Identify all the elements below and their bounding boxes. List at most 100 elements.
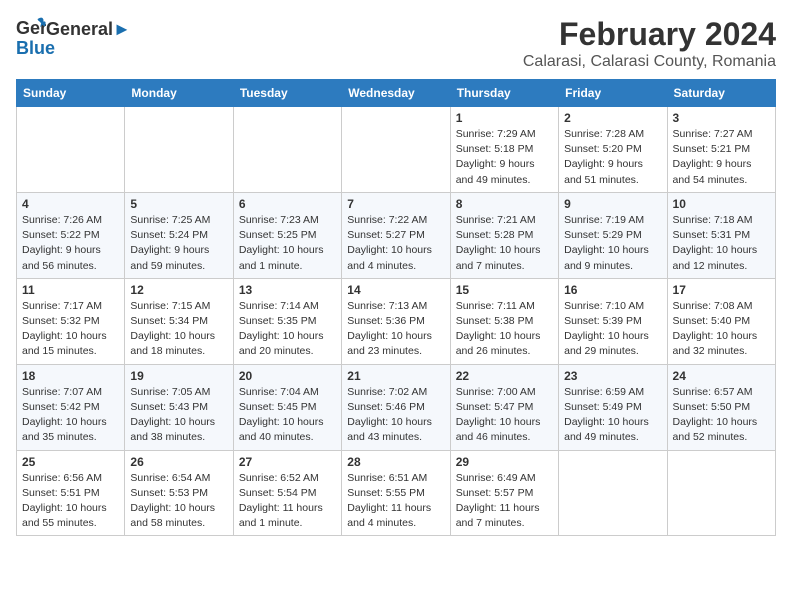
title-block: February 2024 Calarasi, Calarasi County,… (523, 16, 776, 71)
calendar-cell: 8 Sunrise: 7:21 AMSunset: 5:28 PMDaylight… (450, 192, 558, 278)
day-info: Sunrise: 7:28 AMSunset: 5:20 PMDaylight:… (564, 127, 661, 188)
day-info: Sunrise: 7:17 AMSunset: 5:32 PMDaylight:… (22, 299, 119, 360)
calendar-week-row: 25 Sunrise: 6:56 AMSunset: 5:51 PMDayligh… (17, 450, 776, 536)
calendar-cell: 1 Sunrise: 7:29 AMSunset: 5:18 PMDaylight… (450, 107, 558, 193)
calendar-week-row: 4 Sunrise: 7:26 AMSunset: 5:22 PMDaylight… (17, 192, 776, 278)
day-info: Sunrise: 7:29 AMSunset: 5:18 PMDaylight:… (456, 127, 553, 188)
calendar-cell (17, 107, 125, 193)
calendar-cell: 12 Sunrise: 7:15 AMSunset: 5:34 PMDayligh… (125, 278, 233, 364)
calendar-header-tuesday: Tuesday (233, 80, 341, 107)
day-number: 22 (456, 369, 553, 383)
page-subtitle: Calarasi, Calarasi County, Romania (523, 53, 776, 71)
day-number: 8 (456, 197, 553, 211)
day-info: Sunrise: 7:19 AMSunset: 5:29 PMDaylight:… (564, 213, 661, 274)
day-number: 6 (239, 197, 336, 211)
day-info: Sunrise: 7:00 AMSunset: 5:47 PMDaylight:… (456, 385, 553, 446)
day-info: Sunrise: 6:51 AMSunset: 5:55 PMDaylight:… (347, 471, 444, 532)
day-info: Sunrise: 7:23 AMSunset: 5:25 PMDaylight:… (239, 213, 336, 274)
day-info: Sunrise: 7:11 AMSunset: 5:38 PMDaylight:… (456, 299, 553, 360)
calendar-cell: 7 Sunrise: 7:22 AMSunset: 5:27 PMDaylight… (342, 192, 450, 278)
day-info: Sunrise: 6:49 AMSunset: 5:57 PMDaylight:… (456, 471, 553, 532)
calendar-cell: 20 Sunrise: 7:04 AMSunset: 5:45 PMDayligh… (233, 364, 341, 450)
calendar-cell: 29 Sunrise: 6:49 AMSunset: 5:57 PMDayligh… (450, 450, 558, 536)
calendar-cell: 19Sunrise: 7:05 AMSunset: 5:43 PMDayligh… (125, 364, 233, 450)
calendar-cell: 26 Sunrise: 6:54 AMSunset: 5:53 PMDayligh… (125, 450, 233, 536)
calendar-header-wednesday: Wednesday (342, 80, 450, 107)
calendar-table: SundayMondayTuesdayWednesdayThursdayFrid… (16, 79, 776, 536)
calendar-cell: 17 Sunrise: 7:08 AMSunset: 5:40 PMDayligh… (667, 278, 775, 364)
day-info: Sunrise: 7:26 AMSunset: 5:22 PMDaylight:… (22, 213, 119, 274)
calendar-header-friday: Friday (559, 80, 667, 107)
calendar-cell: 25 Sunrise: 6:56 AMSunset: 5:51 PMDayligh… (17, 450, 125, 536)
day-number: 11 (22, 283, 119, 297)
calendar-cell: 15Sunrise: 7:11 AMSunset: 5:38 PMDayligh… (450, 278, 558, 364)
calendar-cell: 11 Sunrise: 7:17 AMSunset: 5:32 PMDayligh… (17, 278, 125, 364)
calendar-cell: 4 Sunrise: 7:26 AMSunset: 5:22 PMDaylight… (17, 192, 125, 278)
day-info: Sunrise: 7:07 AMSunset: 5:42 PMDaylight:… (22, 385, 119, 446)
calendar-header-saturday: Saturday (667, 80, 775, 107)
day-number: 13 (239, 283, 336, 297)
calendar-cell: 23 Sunrise: 6:59 AMSunset: 5:49 PMDayligh… (559, 364, 667, 450)
page-title: February 2024 (523, 16, 776, 53)
day-info: Sunrise: 7:10 AMSunset: 5:39 PMDaylight:… (564, 299, 661, 360)
calendar-cell: 16 Sunrise: 7:10 AMSunset: 5:39 PMDayligh… (559, 278, 667, 364)
calendar-cell: 10 Sunrise: 7:18 AMSunset: 5:31 PMDayligh… (667, 192, 775, 278)
day-number: 7 (347, 197, 444, 211)
day-number: 4 (22, 197, 119, 211)
day-number: 18 (22, 369, 119, 383)
day-number: 10 (673, 197, 770, 211)
calendar-cell: 27Sunrise: 6:52 AMSunset: 5:54 PMDayligh… (233, 450, 341, 536)
day-number: 9 (564, 197, 661, 211)
day-info: Sunrise: 6:59 AMSunset: 5:49 PMDaylight:… (564, 385, 661, 446)
calendar-cell: 28 Sunrise: 6:51 AMSunset: 5:55 PMDayligh… (342, 450, 450, 536)
day-number: 19 (130, 369, 227, 383)
logo: Gen General► Blue (16, 16, 131, 59)
calendar-cell: 13 Sunrise: 7:14 AMSunset: 5:35 PMDayligh… (233, 278, 341, 364)
day-number: 20 (239, 369, 336, 383)
day-info: Sunrise: 7:04 AMSunset: 5:45 PMDaylight:… (239, 385, 336, 446)
calendar-cell (233, 107, 341, 193)
calendar-cell (125, 107, 233, 193)
day-number: 2 (564, 111, 661, 125)
day-number: 26 (130, 455, 227, 469)
calendar-week-row: 18 Sunrise: 7:07 AMSunset: 5:42 PMDayligh… (17, 364, 776, 450)
day-number: 25 (22, 455, 119, 469)
calendar-header-monday: Monday (125, 80, 233, 107)
day-info: Sunrise: 6:56 AMSunset: 5:51 PMDaylight:… (22, 471, 119, 532)
day-number: 17 (673, 283, 770, 297)
day-info: Sunrise: 7:18 AMSunset: 5:31 PMDaylight:… (673, 213, 770, 274)
calendar-week-row: 11 Sunrise: 7:17 AMSunset: 5:32 PMDayligh… (17, 278, 776, 364)
day-info: Sunrise: 7:27 AMSunset: 5:21 PMDaylight:… (673, 127, 770, 188)
day-number: 29 (456, 455, 553, 469)
calendar-cell: 6 Sunrise: 7:23 AMSunset: 5:25 PMDaylight… (233, 192, 341, 278)
calendar-cell: 2 Sunrise: 7:28 AMSunset: 5:20 PMDaylight… (559, 107, 667, 193)
day-info: Sunrise: 7:21 AMSunset: 5:28 PMDaylight:… (456, 213, 553, 274)
day-info: Sunrise: 7:08 AMSunset: 5:40 PMDaylight:… (673, 299, 770, 360)
day-number: 23 (564, 369, 661, 383)
logo-blue-label: Blue (16, 38, 55, 59)
calendar-cell (559, 450, 667, 536)
calendar-cell: 5Sunrise: 7:25 AMSunset: 5:24 PMDaylight… (125, 192, 233, 278)
day-info: Sunrise: 6:54 AMSunset: 5:53 PMDaylight:… (130, 471, 227, 532)
day-number: 28 (347, 455, 444, 469)
calendar-cell: 9 Sunrise: 7:19 AMSunset: 5:29 PMDaylight… (559, 192, 667, 278)
calendar-week-row: 1 Sunrise: 7:29 AMSunset: 5:18 PMDaylight… (17, 107, 776, 193)
page-header: Gen General► Blue February 2024 Calarasi… (16, 16, 776, 71)
calendar-cell: 21Sunrise: 7:02 AMSunset: 5:46 PMDayligh… (342, 364, 450, 450)
calendar-cell: 14Sunrise: 7:13 AMSunset: 5:36 PMDayligh… (342, 278, 450, 364)
calendar-cell: 18 Sunrise: 7:07 AMSunset: 5:42 PMDayligh… (17, 364, 125, 450)
day-info: Sunrise: 7:15 AMSunset: 5:34 PMDaylight:… (130, 299, 227, 360)
day-info: Sunrise: 7:22 AMSunset: 5:27 PMDaylight:… (347, 213, 444, 274)
day-number: 16 (564, 283, 661, 297)
calendar-header-thursday: Thursday (450, 80, 558, 107)
day-info: Sunrise: 6:52 AMSunset: 5:54 PMDaylight:… (239, 471, 336, 532)
day-number: 14 (347, 283, 444, 297)
calendar-cell: 24Sunrise: 6:57 AMSunset: 5:50 PMDayligh… (667, 364, 775, 450)
day-info: Sunrise: 7:14 AMSunset: 5:35 PMDaylight:… (239, 299, 336, 360)
calendar-cell: 3Sunrise: 7:27 AMSunset: 5:21 PMDaylight… (667, 107, 775, 193)
day-number: 5 (130, 197, 227, 211)
day-number: 12 (130, 283, 227, 297)
day-info: Sunrise: 7:02 AMSunset: 5:46 PMDaylight:… (347, 385, 444, 446)
day-number: 1 (456, 111, 553, 125)
day-number: 24 (673, 369, 770, 383)
